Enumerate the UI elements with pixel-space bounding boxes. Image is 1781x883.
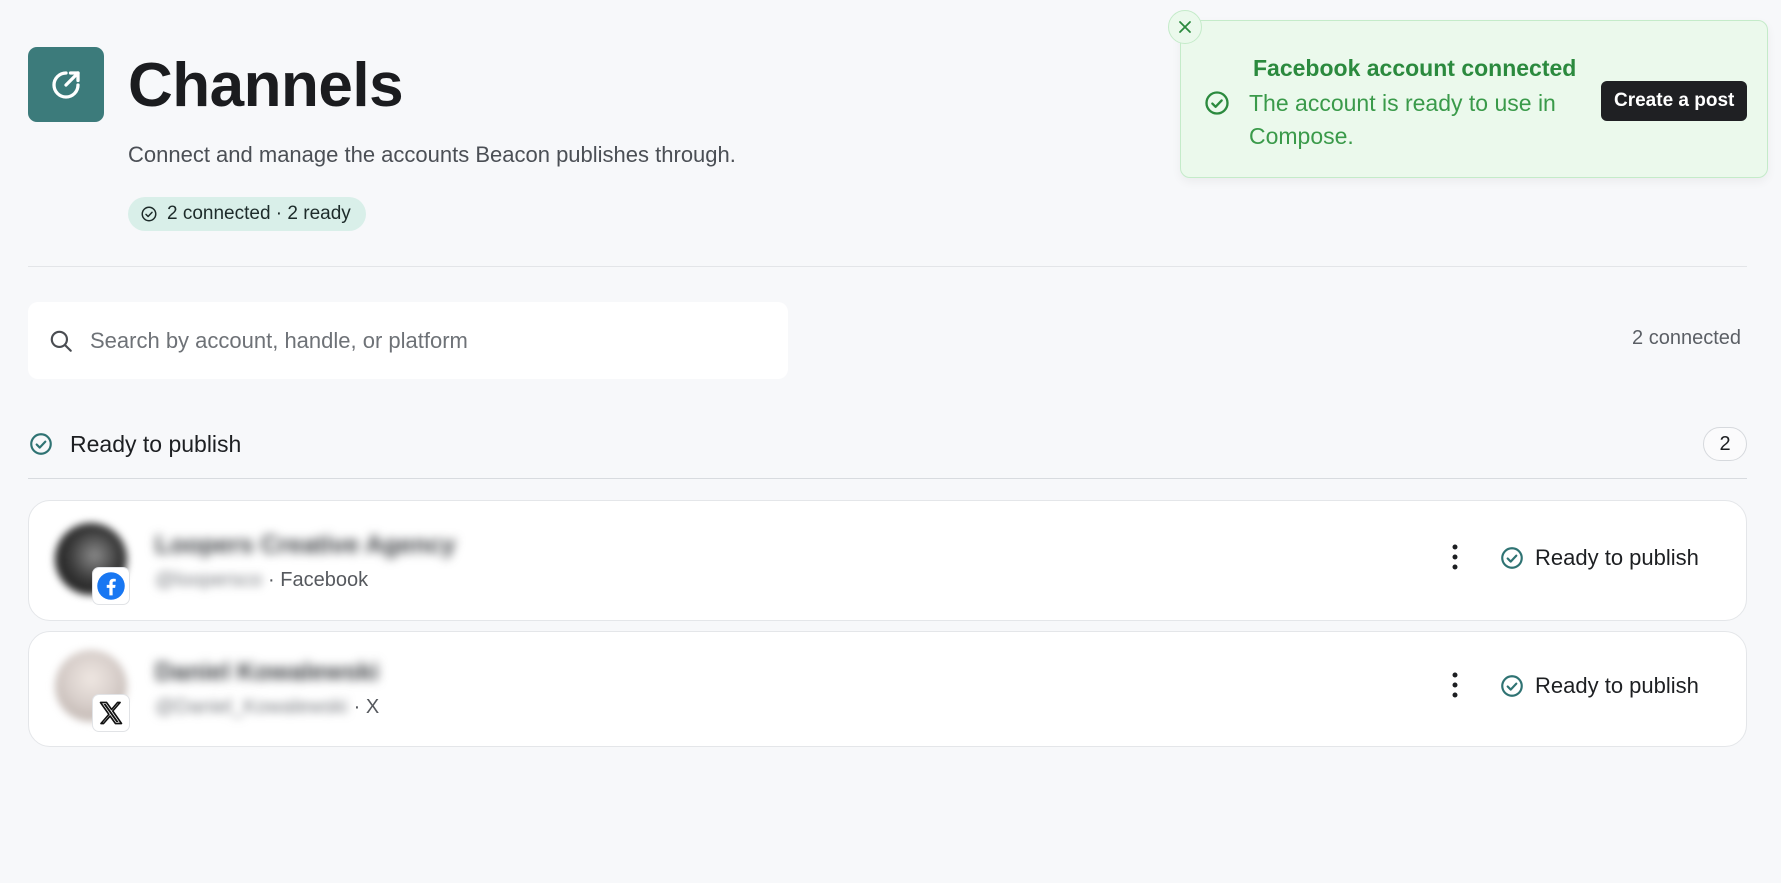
more-options-button[interactable]	[1441, 537, 1469, 577]
check-circle-icon	[1501, 675, 1523, 697]
account-name: Loopers Creative Agency	[155, 531, 456, 559]
page-subtitle: Connect and manage the accounts Beacon p…	[128, 142, 736, 167]
channel-row[interactable]: Loopers Creative Agency @loopersco · Fac…	[28, 500, 1747, 621]
more-vertical-icon	[1452, 672, 1458, 698]
channels-app-icon	[28, 47, 104, 122]
platform-badge	[92, 567, 130, 605]
status-indicator: Ready to publish	[1499, 545, 1699, 571]
check-circle-icon	[30, 433, 52, 455]
success-toast: Facebook account connected The account i…	[1180, 20, 1768, 178]
section-header-ready: Ready to publish 2	[28, 424, 1747, 464]
account-meta: @Daniel_Kowalewski · X	[155, 696, 379, 719]
search-box[interactable]	[28, 302, 788, 379]
more-vertical-icon	[1452, 544, 1458, 570]
account-handle: @Daniel_Kowalewski	[155, 696, 348, 718]
section-title: Ready to publish	[70, 430, 242, 457]
check-circle-icon	[141, 206, 157, 222]
account-name: Daniel Kowalewski	[155, 658, 379, 686]
close-icon	[1179, 21, 1191, 33]
x-logo-icon	[99, 701, 123, 725]
section-count-badge: 2	[1703, 427, 1747, 461]
page-title: Channels	[128, 51, 404, 120]
create-post-button[interactable]: Create a post	[1601, 81, 1748, 121]
account-handle: @loopersco	[155, 569, 263, 591]
status-label: Ready to publish	[1535, 545, 1699, 570]
header-divider	[28, 266, 1747, 267]
status-indicator: Ready to publish	[1499, 673, 1699, 699]
search-input[interactable]	[90, 327, 730, 354]
search-icon	[50, 330, 72, 352]
facebook-icon	[97, 572, 125, 600]
summary-badge-label: 2 connected · 2 ready	[167, 203, 351, 224]
account-platform: · Facebook	[268, 569, 369, 591]
toast-message: The account is ready to use in Compose.	[1249, 90, 1556, 149]
channel-row[interactable]: Daniel Kowalewski @Daniel_Kowalewski · X…	[28, 631, 1747, 747]
account-platform: · X	[353, 696, 380, 718]
avatar-group	[55, 523, 145, 613]
connected-count: 2 connected	[1632, 327, 1741, 349]
toast-close-button[interactable]	[1168, 10, 1202, 44]
platform-badge	[92, 694, 130, 732]
external-link-circle-icon	[52, 70, 80, 99]
toast-title: Facebook account connected	[1253, 55, 1577, 81]
more-options-button[interactable]	[1441, 665, 1469, 705]
status-label: Ready to publish	[1535, 673, 1699, 698]
summary-badge: 2 connected · 2 ready	[128, 197, 366, 231]
account-meta: @loopersco · Facebook	[155, 569, 368, 592]
check-circle-icon	[1205, 91, 1229, 115]
channels-page: Channels Connect and manage the accounts…	[0, 0, 1781, 883]
check-circle-icon	[1501, 547, 1523, 569]
avatar-group	[55, 650, 145, 740]
section-divider	[28, 478, 1747, 479]
